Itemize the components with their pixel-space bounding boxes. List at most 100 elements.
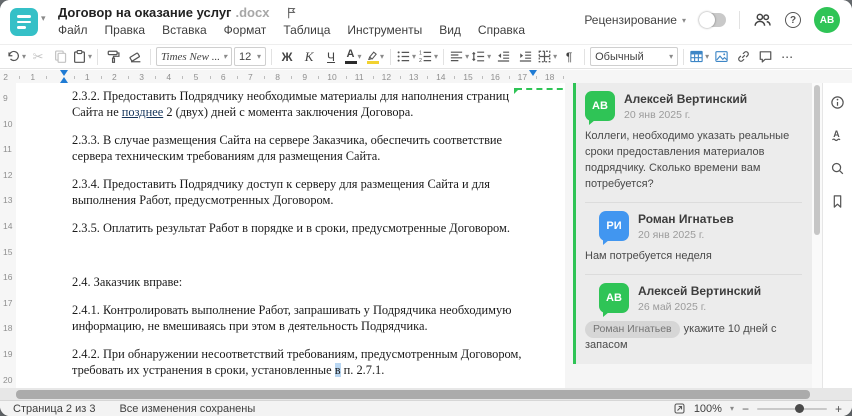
- cut-button[interactable]: ✂: [28, 47, 48, 67]
- horizontal-scrollbar[interactable]: [0, 388, 852, 400]
- horizontal-ruler[interactable]: 2 1 1 2 3 4 5 6 7 8 9 10 11 12 13 14 15 16 17 18: [0, 70, 852, 83]
- more-toolbar-button[interactable]: ⋯: [777, 47, 797, 67]
- flag-icon[interactable]: [285, 6, 298, 20]
- line-spacing-button[interactable]: ▾: [471, 47, 491, 67]
- paragraph[interactable]: 2.3.4. Предоставить Подрядчику доступ к …: [72, 176, 540, 208]
- undo-button[interactable]: ▾: [6, 47, 26, 67]
- decrease-indent-button[interactable]: [493, 47, 513, 67]
- app-logo-icon[interactable]: [10, 8, 38, 36]
- svg-text:А: А: [833, 129, 840, 139]
- ruler-tick: [563, 76, 565, 79]
- chevron-down-icon: ▾: [434, 52, 439, 61]
- format-painter-button[interactable]: [103, 47, 123, 67]
- nonprinting-chars-button[interactable]: ¶: [559, 47, 579, 67]
- paragraph[interactable]: 2.4. Заказчик вправе:: [72, 274, 540, 290]
- review-mode-dropdown[interactable]: Рецензирование ▾: [584, 13, 686, 27]
- vertical-ruler[interactable]: 9 10 11 12 13 14 15 16 17 18 19 20: [0, 83, 16, 388]
- chevron-down-icon: ▾: [705, 52, 710, 61]
- mention-pill[interactable]: Роман Игнатьев: [585, 320, 680, 338]
- toolbar-separator: [443, 48, 445, 65]
- copy-button[interactable]: [50, 47, 70, 67]
- comment-date: 20 янв 2025 г.: [638, 228, 705, 241]
- paragraph[interactable]: 2.3.3. В случае размещения Сайта на серв…: [72, 132, 540, 164]
- horizontal-scrollbar-thumb[interactable]: [16, 389, 810, 399]
- comment-reply[interactable]: РИ Роман Игнатьев 20 янв 2025 г. Нам пот…: [585, 201, 802, 265]
- zoom-slider-thumb[interactable]: [795, 404, 805, 413]
- zoom-slider[interactable]: [756, 404, 827, 413]
- font-size-select-value: 12: [239, 50, 252, 63]
- zoom-value[interactable]: 100%: [694, 403, 722, 415]
- toolbar-separator: [584, 48, 586, 65]
- vertical-scrollbar-thumb[interactable]: [814, 85, 820, 235]
- comment-thread-card[interactable]: АВ Алексей Вертинский 20 янв 2025 г. Кол…: [573, 83, 812, 364]
- chevron-down-icon: ▾: [22, 52, 27, 61]
- chevron-down-icon: ▾: [553, 52, 558, 61]
- insert-comment-button[interactable]: [755, 47, 775, 67]
- fit-width-icon[interactable]: [673, 402, 686, 415]
- menu-7[interactable]: Справка: [478, 23, 525, 37]
- insert-image-button[interactable]: [711, 47, 731, 67]
- document-page[interactable]: 2.3.2. Предоставить Подрядчику необходим…: [16, 83, 565, 388]
- save-status: Все изменения сохранены: [119, 402, 256, 415]
- ruler-number: 1: [30, 71, 36, 82]
- zoom-in-button[interactable]: +: [835, 402, 842, 416]
- search-button-search-icon[interactable]: [828, 158, 848, 178]
- menu-1[interactable]: Правка: [105, 23, 146, 37]
- ruler-tick: [46, 76, 48, 79]
- first-line-indent-marker[interactable]: [60, 70, 68, 76]
- paragraph[interactable]: 2.3.2. Предоставить Подрядчику необходим…: [72, 88, 540, 120]
- paragraph[interactable]: 2.4.1. Контролировать выполнение Работ, …: [72, 302, 540, 334]
- paragraph[interactable]: 2.4.2. При обнаружении несоответствий тр…: [72, 346, 540, 378]
- italic-button[interactable]: К: [299, 47, 319, 67]
- ruler-number: 17: [517, 71, 528, 82]
- chevron-down-icon: ▾: [380, 52, 385, 61]
- vertical-scrollbar[interactable]: [812, 83, 822, 388]
- style-select[interactable]: Обычный ▾: [590, 47, 679, 66]
- toolbar-separator: [683, 48, 685, 65]
- menu-5[interactable]: Инструменты: [347, 23, 422, 37]
- spellcheck-button-spellcheck-icon[interactable]: А: [828, 125, 848, 145]
- ruler-number: 11: [354, 71, 364, 82]
- toolbar-separator: [271, 48, 273, 65]
- align-button[interactable]: ▾: [449, 47, 469, 67]
- paste-button[interactable]: ▾: [72, 47, 92, 67]
- bullet-list-button[interactable]: ▾: [396, 47, 416, 67]
- comment[interactable]: АВ Алексей Вертинский 20 янв 2025 г. Кол…: [585, 91, 802, 193]
- font-name-select[interactable]: Times New ... ▾: [156, 47, 233, 66]
- clear-style-button[interactable]: [125, 47, 145, 67]
- ruler-number: 12: [3, 169, 13, 180]
- app-menu-caret-icon[interactable]: ▾: [41, 13, 46, 24]
- chevron-down-icon: ▾: [669, 52, 674, 61]
- empty-paragraph[interactable]: [72, 248, 540, 262]
- insert-link-button[interactable]: [733, 47, 753, 67]
- bold-button[interactable]: Ж: [277, 47, 297, 67]
- paragraph-borders-button[interactable]: ▾: [537, 47, 557, 67]
- help-icon[interactable]: ?: [785, 12, 801, 28]
- zoom-out-button[interactable]: −: [742, 402, 749, 416]
- underline-button[interactable]: Ч: [321, 47, 341, 67]
- menu-3[interactable]: Формат: [224, 23, 267, 37]
- menu-2[interactable]: Вставка: [162, 23, 207, 37]
- numbered-list-button[interactable]: 1 2 ▾: [418, 47, 438, 67]
- menu-4[interactable]: Таблица: [283, 23, 330, 37]
- highlight-color-button[interactable]: ▾: [365, 47, 385, 67]
- review-toggle[interactable]: [699, 12, 726, 28]
- navigation-panel-button-bookmark-icon[interactable]: [828, 191, 848, 211]
- menu-6[interactable]: Вид: [439, 23, 461, 37]
- document-extension: .docx: [235, 5, 270, 20]
- user-avatar[interactable]: АВ: [814, 7, 840, 33]
- users-icon[interactable]: [753, 12, 772, 28]
- comment-text: Нам потребуется неделя: [585, 249, 712, 262]
- zoom-dropdown-icon[interactable]: ▾: [730, 404, 734, 413]
- menu-0[interactable]: Файл: [58, 23, 88, 37]
- font-color-button[interactable]: А ▾: [343, 47, 363, 67]
- about-panel-button-info-icon[interactable]: [828, 92, 848, 112]
- insert-table-button[interactable]: ▾: [689, 47, 709, 67]
- comment-reply[interactable]: АВ Алексей Вертинский 26 май 2025 г. Ром…: [585, 273, 802, 354]
- ruler-tick: [155, 76, 157, 79]
- chevron-down-icon: ▾: [681, 15, 686, 25]
- ruler-tick: [372, 76, 374, 79]
- paragraph[interactable]: 2.3.5. Оплатить результат Работ в порядк…: [72, 220, 540, 236]
- font-size-select[interactable]: 12 ▾: [234, 47, 267, 66]
- increase-indent-button[interactable]: [515, 47, 535, 67]
